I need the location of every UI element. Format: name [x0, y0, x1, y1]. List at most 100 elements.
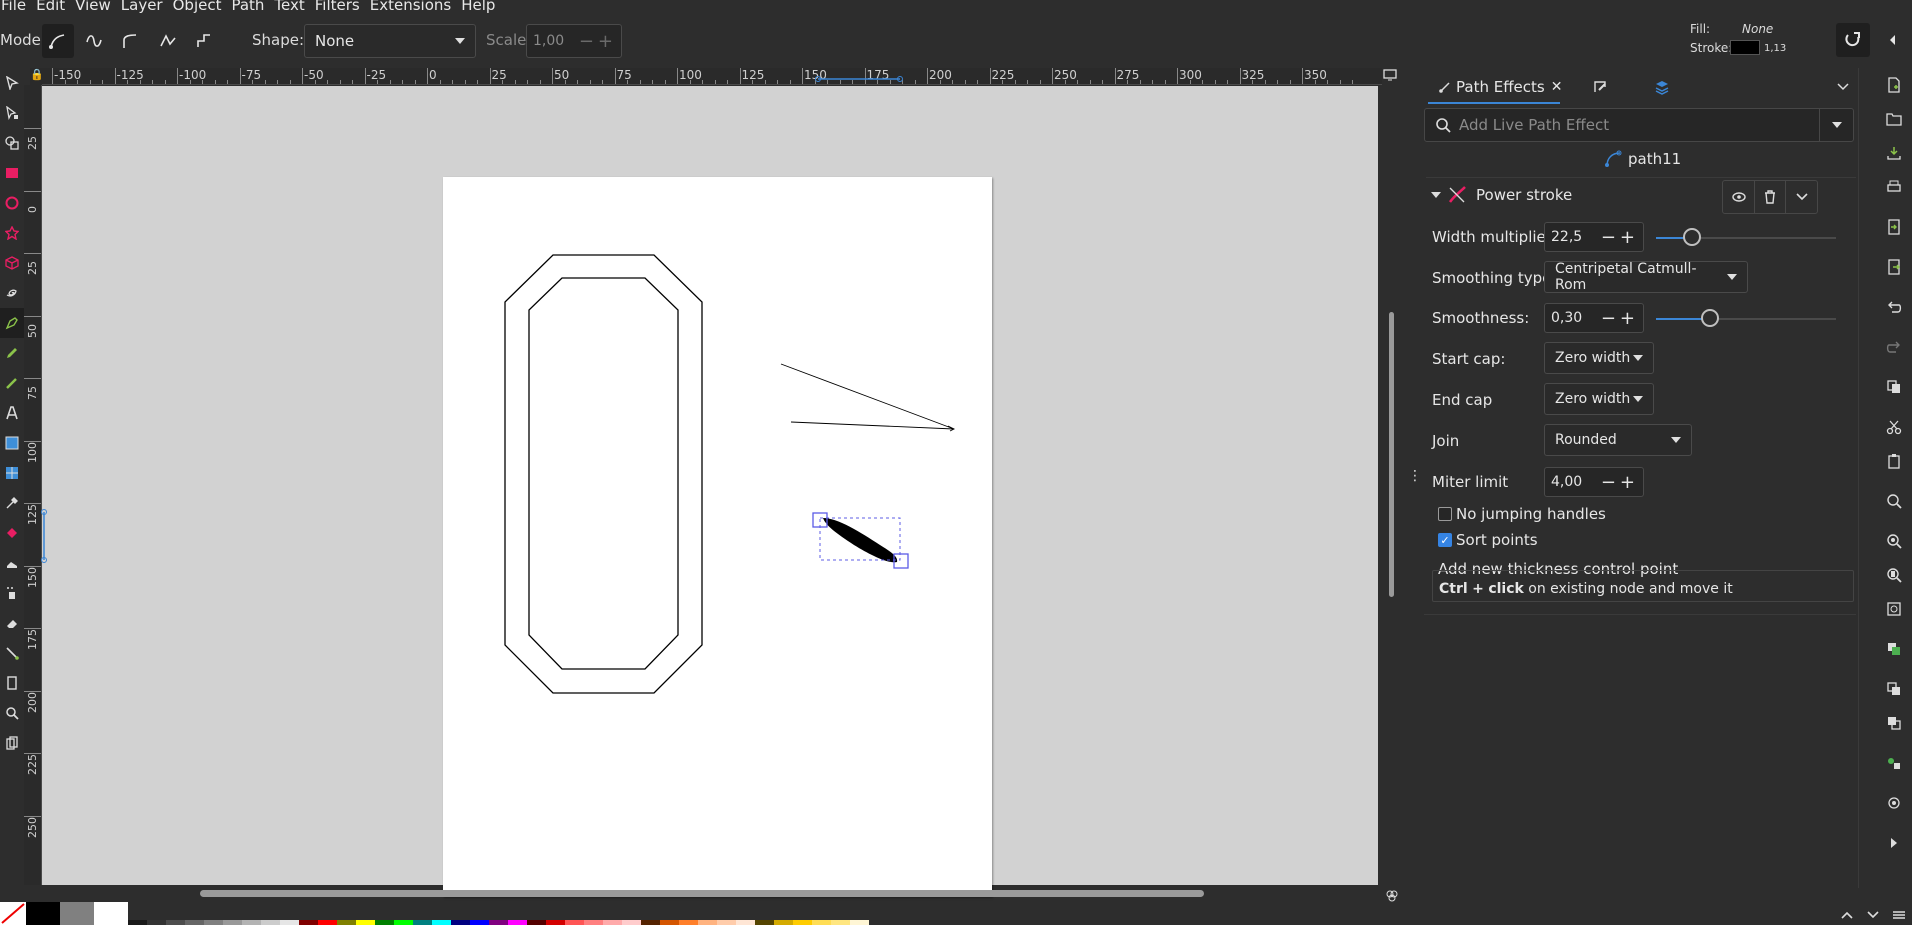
chevron-up-icon[interactable] [1840, 910, 1854, 920]
palette-swatch[interactable] [641, 920, 660, 925]
clone-button[interactable] [1876, 672, 1912, 706]
new-document-button[interactable] [1876, 68, 1912, 102]
width-multiplier-input[interactable]: 22,5 −+ [1544, 222, 1644, 252]
palette-swatch[interactable] [185, 920, 204, 925]
tab-layers[interactable] [1654, 74, 1670, 100]
palette-swatch[interactable] [280, 920, 299, 925]
unlink-clone-button[interactable] [1876, 706, 1912, 740]
palette-swatch[interactable] [223, 920, 242, 925]
palette-swatch[interactable] [375, 920, 394, 925]
smoothing-type-select[interactable]: Centripetal Catmull-Rom [1544, 261, 1748, 293]
palette-swatch[interactable] [850, 920, 869, 925]
join-select[interactable]: Rounded [1544, 424, 1692, 456]
palette-swatch[interactable] [94, 902, 128, 925]
duplicate-button[interactable] [1876, 626, 1912, 672]
palette-swatch[interactable] [356, 920, 375, 925]
palette-swatch[interactable] [299, 920, 318, 925]
ungroup-button[interactable] [1876, 786, 1912, 820]
palette-swatch[interactable] [128, 920, 147, 925]
end-cap-select[interactable]: Zero width [1544, 383, 1654, 415]
palette-swatch[interactable] [451, 920, 470, 925]
snap-toggle-button[interactable] [1836, 23, 1870, 57]
import-button[interactable] [1876, 204, 1912, 250]
zoom-selection-button[interactable] [1876, 478, 1912, 524]
color-managed-icon[interactable] [1384, 890, 1400, 902]
palette-swatch[interactable] [584, 920, 603, 925]
toggle-visibility-button[interactable] [1723, 181, 1754, 213]
palette-swatch[interactable] [147, 920, 166, 925]
palette-swatch[interactable] [736, 920, 755, 925]
palette-swatch[interactable] [831, 920, 850, 925]
open-document-button[interactable] [1876, 102, 1912, 136]
horizontal-scrollbar[interactable] [200, 890, 1204, 897]
palette-swatch[interactable] [261, 920, 280, 925]
tab-path-effects[interactable]: Path Effects ✕ [1438, 74, 1562, 100]
smoothness-input[interactable]: 0,30 −+ [1544, 303, 1644, 333]
effects-dropdown-button[interactable] [1819, 109, 1853, 141]
export-button[interactable] [1876, 250, 1912, 284]
effect-menu-button[interactable] [1785, 181, 1817, 213]
palette-swatch[interactable] [432, 920, 451, 925]
smoothness-slider-knob[interactable] [1701, 309, 1719, 327]
zoom-drawing-button[interactable] [1876, 524, 1912, 558]
palette-swatch[interactable] [60, 902, 94, 925]
palette-swatch[interactable] [793, 920, 812, 925]
copy-button[interactable] [1876, 364, 1912, 410]
palette-swatch[interactable] [603, 920, 622, 925]
undo-button[interactable] [1876, 284, 1912, 330]
palette-menu-icon[interactable] [1892, 910, 1906, 920]
palette-swatch[interactable] [337, 920, 356, 925]
panel-splitter-handle[interactable]: ⋮ [1408, 469, 1422, 490]
cut-button[interactable] [1876, 410, 1912, 444]
tab-fill-stroke[interactable] [1592, 74, 1608, 100]
commands-collapse-button[interactable] [1876, 820, 1912, 866]
effect-header[interactable]: Power stroke [1430, 184, 1572, 206]
redo-button[interactable] [1876, 330, 1912, 364]
palette-swatch[interactable] [527, 920, 546, 925]
palette-swatch[interactable] [622, 920, 641, 925]
palette-swatch[interactable] [318, 920, 337, 925]
palette-swatch[interactable] [679, 920, 698, 925]
zoom-page-button[interactable] [1876, 558, 1912, 592]
save-document-button[interactable] [1876, 136, 1912, 170]
start-cap-select[interactable]: Zero width [1544, 342, 1654, 374]
palette-swatch[interactable] [413, 920, 432, 925]
palette-swatch[interactable] [546, 920, 565, 925]
palette-swatch[interactable] [394, 920, 413, 925]
palette-swatch[interactable] [26, 902, 60, 925]
palette-swatch[interactable] [489, 920, 508, 925]
palette-swatch[interactable] [812, 920, 831, 925]
palette-swatch[interactable] [698, 920, 717, 925]
palette-none-swatch[interactable] [0, 902, 26, 925]
add-effect-search[interactable]: Add Live Path Effect [1424, 108, 1854, 142]
stroke-swatch[interactable] [1730, 40, 1760, 55]
close-tab-icon[interactable]: ✕ [1551, 79, 1563, 95]
vertical-scrollbar[interactable] [1389, 312, 1394, 597]
palette-swatch[interactable] [470, 920, 489, 925]
palette-swatch[interactable] [508, 920, 527, 925]
delete-effect-button[interactable] [1754, 181, 1785, 213]
chevron-down-icon[interactable] [1866, 910, 1880, 920]
sort-points-checkbox[interactable]: ✓ [1438, 533, 1452, 547]
palette-swatch[interactable] [755, 920, 774, 925]
display-mode-icon[interactable] [1382, 66, 1398, 84]
width-multiplier-slider-knob[interactable] [1683, 228, 1701, 246]
fill-value[interactable]: None [1742, 22, 1773, 36]
no-jumping-handles-checkbox[interactable] [1438, 507, 1452, 521]
print-button[interactable] [1876, 170, 1912, 204]
palette-swatch[interactable] [166, 920, 185, 925]
palette-swatch[interactable] [660, 920, 679, 925]
palette-swatch[interactable] [242, 920, 261, 925]
miter-limit-input[interactable]: 4,00 −+ [1544, 467, 1644, 497]
palette-swatch[interactable] [204, 920, 223, 925]
toolbar-collapse-button[interactable] [1876, 23, 1910, 57]
palette-swatch[interactable] [717, 920, 736, 925]
group-button[interactable] [1876, 740, 1912, 786]
tabs-menu-button[interactable] [1836, 74, 1850, 100]
canvas-drawing[interactable] [0, 0, 1380, 890]
paste-button[interactable] [1876, 444, 1912, 478]
zoom-width-button[interactable] [1876, 592, 1912, 626]
palette-swatch[interactable] [565, 920, 584, 925]
palette-swatch[interactable] [774, 920, 793, 925]
stroke-width-value[interactable]: 1,13 [1764, 43, 1786, 54]
